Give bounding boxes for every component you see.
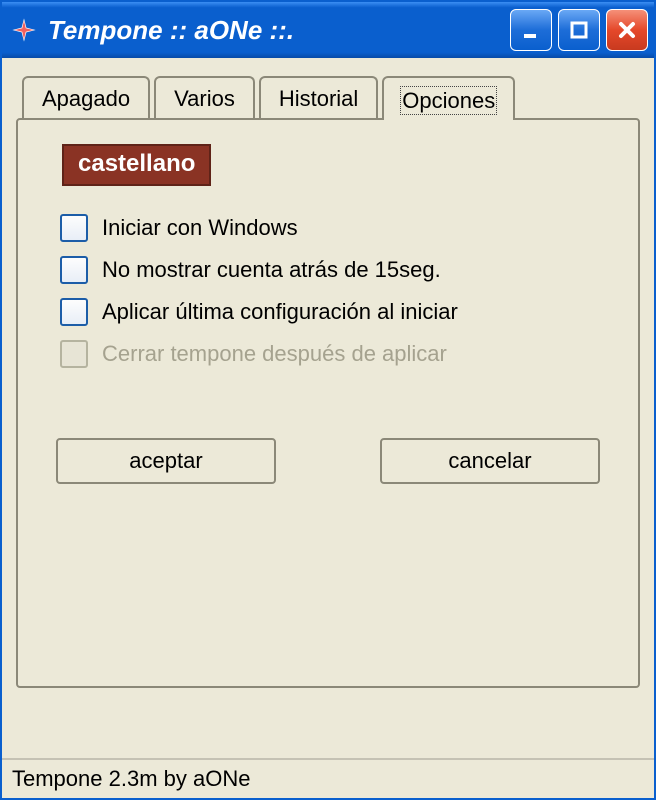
checkbox-row-close-after: Cerrar tempone después de aplicar [60, 340, 610, 368]
checkbox-label: Aplicar última configuración al iniciar [102, 299, 458, 325]
checkbox-row-no-countdown: No mostrar cuenta atrás de 15seg. [60, 256, 610, 284]
checkbox-label: No mostrar cuenta atrás de 15seg. [102, 257, 441, 283]
tab-container: Apagado Varios Historial Opciones castel… [16, 76, 640, 688]
tab-strip: Apagado Varios Historial Opciones [22, 76, 640, 118]
checkbox-apply-last[interactable] [60, 298, 88, 326]
checkbox-label: Cerrar tempone después de aplicar [102, 341, 447, 367]
titlebar[interactable]: Tempone :: aONe ::. [2, 2, 654, 58]
status-bar: Tempone 2.3m by aONe [2, 758, 654, 798]
window-controls [510, 9, 648, 51]
app-icon [10, 16, 38, 44]
checkbox-row-start-windows: Iniciar con Windows [60, 214, 610, 242]
checkbox-close-after [60, 340, 88, 368]
maximize-button[interactable] [558, 9, 600, 51]
tab-varios[interactable]: Varios [154, 76, 255, 118]
language-badge[interactable]: castellano [62, 144, 211, 186]
cancel-button[interactable]: cancelar [380, 438, 600, 484]
checkbox-row-apply-last: Aplicar última configuración al iniciar [60, 298, 610, 326]
checkbox-start-windows[interactable] [60, 214, 88, 242]
window-title: Tempone :: aONe ::. [48, 15, 510, 46]
accept-button[interactable]: aceptar [56, 438, 276, 484]
button-row: aceptar cancelar [46, 438, 610, 484]
client-area: Apagado Varios Historial Opciones castel… [2, 58, 654, 758]
window: Tempone :: aONe ::. Apagado Varios Histo… [0, 0, 656, 800]
minimize-button[interactable] [510, 9, 552, 51]
checkbox-label: Iniciar con Windows [102, 215, 298, 241]
close-button[interactable] [606, 9, 648, 51]
tab-panel-opciones: castellano Iniciar con Windows No mostra… [16, 118, 640, 688]
tab-historial[interactable]: Historial [259, 76, 378, 118]
checkbox-no-countdown[interactable] [60, 256, 88, 284]
tab-apagado[interactable]: Apagado [22, 76, 150, 118]
tab-opciones[interactable]: Opciones [382, 76, 515, 120]
